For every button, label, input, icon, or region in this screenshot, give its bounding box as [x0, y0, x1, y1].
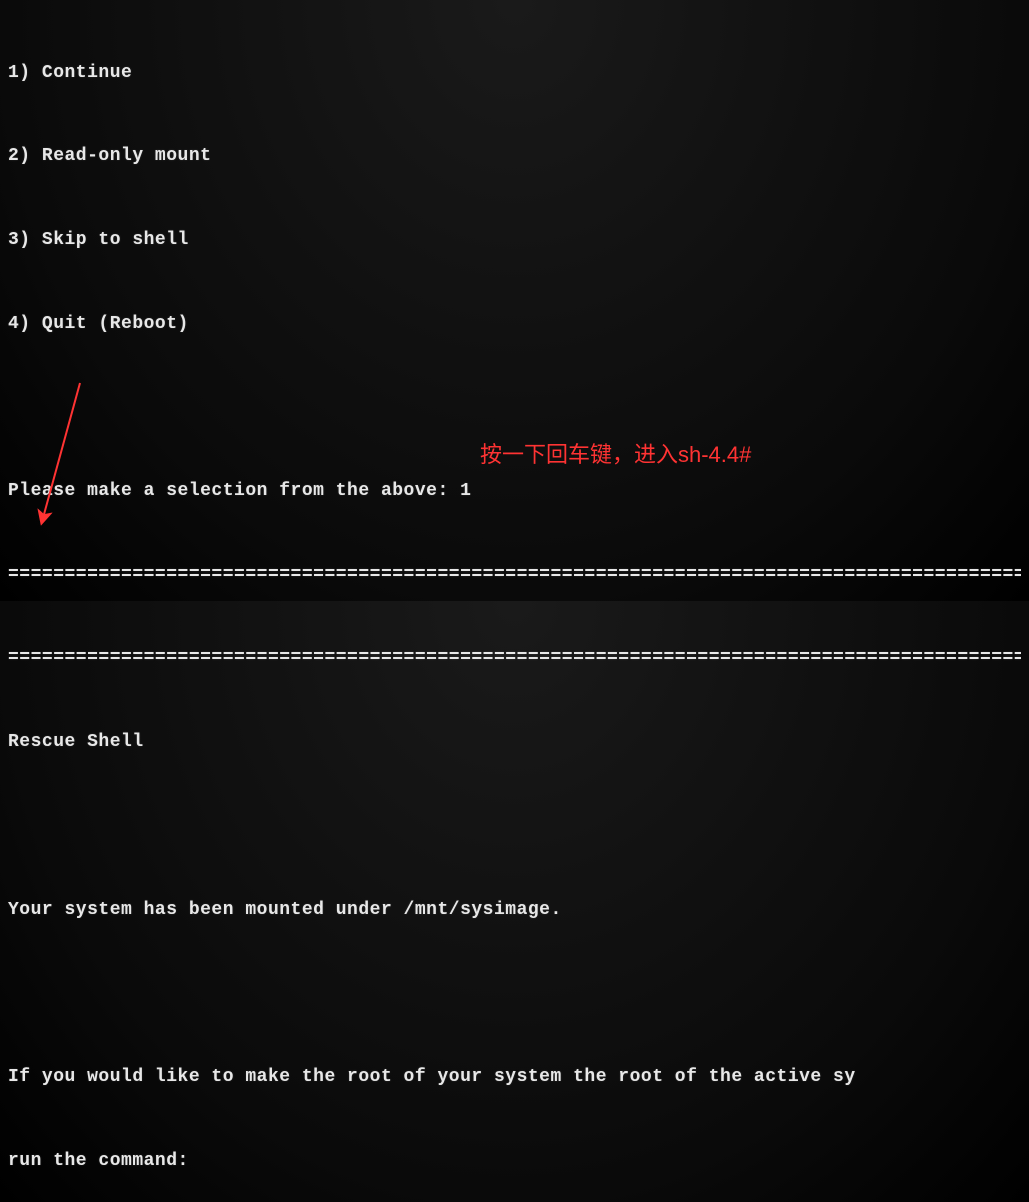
instruction-line-1: If you would like to make the root of yo…	[8, 1064, 1021, 1092]
rescue-shell-title: Rescue Shell	[8, 729, 1021, 757]
divider-2: ========================================…	[8, 645, 1021, 673]
instruction-line-2: run the command:	[8, 1148, 1021, 1176]
menu-option-3: 3) Skip to shell	[8, 227, 1021, 255]
menu-option-4: 4) Quit (Reboot)	[8, 311, 1021, 339]
selection-prompt: Please make a selection from the above:	[8, 481, 460, 501]
menu-option-1: 1) Continue	[8, 60, 1021, 88]
divider-1: ========================================…	[8, 562, 1021, 590]
terminal-output: 1) Continue 2) Read-only mount 3) Skip t…	[0, 0, 1029, 1202]
mounted-message: Your system has been mounted under /mnt/…	[8, 897, 1021, 925]
selection-input[interactable]: 1	[460, 481, 471, 501]
menu-option-2: 2) Read-only mount	[8, 143, 1021, 171]
selection-prompt-line: Please make a selection from the above: …	[8, 478, 1021, 506]
annotation-text: 按一下回车键，进入sh-4.4#	[480, 438, 751, 472]
